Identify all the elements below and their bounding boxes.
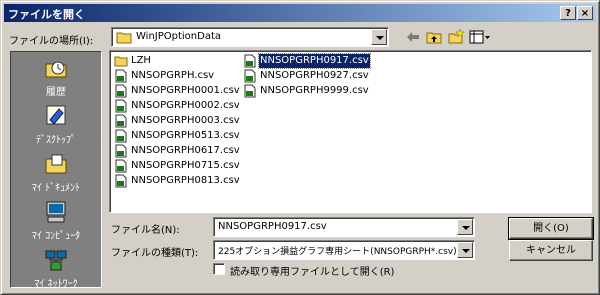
open-button[interactable]: 開く(O) <box>508 217 594 240</box>
location-value: WinJPOptionData <box>136 31 222 42</box>
dialog-title: ファイルを開く <box>8 8 85 21</box>
place-label: ﾏｲ ｺﾝﾋﾟｭｰﾀ <box>31 231 81 242</box>
readonly-label[interactable]: 読み取り専用ファイルとして開く(R) <box>230 263 394 278</box>
file-name: NNSOPGRPH0002.csv <box>131 100 240 111</box>
place-label: ﾏｲ ﾄﾞｷｭﾒﾝﾄ <box>31 183 81 194</box>
close-button[interactable]: × <box>577 6 593 20</box>
file-name: NNSOPGRPH0927.csv <box>260 70 369 81</box>
filetype-label: ファイルの種類(T): <box>111 248 199 259</box>
folder-icon <box>114 56 128 67</box>
file-name: NNSOPGRPH0513.csv <box>131 130 240 141</box>
place-my-documents[interactable]: ﾏｲ ﾄﾞｷｭﾒﾝﾄ <box>11 150 101 194</box>
csv-file-icon <box>115 159 127 173</box>
filename-dropdown-arrow[interactable] <box>457 219 473 235</box>
csv-file-icon <box>115 69 127 83</box>
place-label: ﾏｲ ﾈｯﾄﾜｰｸ <box>34 279 78 290</box>
file-list[interactable]: LZH NNSOPGRPH.csv NNSOPGRPH0001.csv NNSO… <box>109 50 592 213</box>
file-open-dialog: ファイルを開く ? × ファイルの場所(I): WinJPOptionData <box>0 0 600 295</box>
place-label: ﾃﾞｽｸﾄｯﾌﾟ <box>36 135 76 146</box>
place-history[interactable]: 履歴 <box>11 54 101 98</box>
up-folder-icon[interactable] <box>425 28 443 46</box>
file-name: NNSOPGRPH0715.csv <box>131 160 240 171</box>
filetype-value: 225オプション損益グラフ専用シート(NNSOPGRPH*.csv) <box>218 247 457 257</box>
help-button[interactable]: ? <box>560 6 576 20</box>
filetype-dropdown-arrow[interactable] <box>457 242 473 258</box>
new-folder-icon[interactable] <box>447 28 465 46</box>
my-documents-icon <box>45 154 67 174</box>
back-arrow-icon[interactable] <box>404 28 422 46</box>
my-network-icon <box>45 250 67 271</box>
csv-file-icon <box>244 54 256 68</box>
place-my-network[interactable]: ﾏｲ ﾈｯﾄﾜｰｸ <box>11 246 101 290</box>
location-combo[interactable]: WinJPOptionData <box>111 27 389 47</box>
csv-file-icon <box>115 144 127 158</box>
places-bar: 履歴 ﾃﾞｽｸﾄｯﾌﾟ ﾏｲ ﾄﾞｷｭﾒﾝﾄ ﾏｲ ｺﾝﾋﾟｭｰﾀ ﾏｲ ﾈｯﾄ… <box>10 51 102 290</box>
title-bar[interactable]: ファイルを開く ? × <box>4 4 596 22</box>
csv-file-icon <box>244 69 256 83</box>
desktop-icon <box>46 105 66 125</box>
history-icon <box>45 61 67 78</box>
csv-file-icon <box>115 174 127 188</box>
file-name: NNSOPGRPH0617.csv <box>131 145 240 156</box>
place-my-computer[interactable]: ﾏｲ ｺﾝﾋﾟｭｰﾀ <box>11 198 101 242</box>
csv-file-icon <box>115 129 127 143</box>
readonly-checkbox[interactable] <box>213 263 225 275</box>
filename-label: ファイル名(N): <box>111 225 180 236</box>
location-dropdown-arrow[interactable] <box>371 29 387 45</box>
csv-file-icon <box>115 99 127 113</box>
cancel-button[interactable]: キャンセル <box>509 240 593 261</box>
file-name: NNSOPGRPH9999.csv <box>260 85 369 96</box>
file-name: NNSOPGRPH0917.csv <box>258 53 371 69</box>
folder-icon <box>116 32 132 44</box>
file-name: NNSOPGRPH0003.csv <box>131 115 240 126</box>
csv-file-icon <box>115 114 127 128</box>
file-name: NNSOPGRPH0001.csv <box>131 85 240 96</box>
csv-file-icon <box>244 84 256 98</box>
place-label: 履歴 <box>46 87 66 98</box>
filetype-select[interactable]: 225オプション損益グラフ専用シート(NNSOPGRPH*.csv) <box>213 240 475 260</box>
place-desktop[interactable]: ﾃﾞｽｸﾄｯﾌﾟ <box>11 102 101 146</box>
filename-value: NNSOPGRPH0917.csv <box>218 221 327 232</box>
file-name: NNSOPGRPH.csv <box>131 70 215 81</box>
filename-field[interactable]: NNSOPGRPH0917.csv <box>213 217 475 237</box>
view-menu-icon[interactable] <box>469 28 491 46</box>
file-name: LZH <box>131 55 151 66</box>
csv-file-icon <box>115 84 127 98</box>
location-label: ファイルの場所(I): <box>9 36 94 47</box>
my-computer-icon <box>46 201 66 223</box>
file-name: NNSOPGRPH0813.csv <box>131 175 240 186</box>
